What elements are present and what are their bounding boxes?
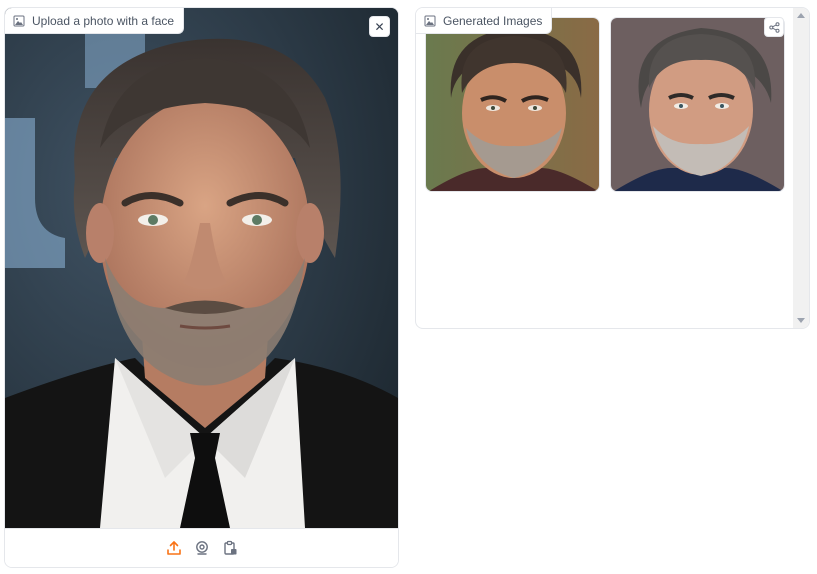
image-icon [13,15,25,26]
generated-images-gallery: Generated Images [415,7,810,329]
gallery-label-text: Generated Images [443,13,543,28]
gallery-item-1[interactable] [425,17,600,192]
image-icon [424,15,436,26]
gallery-item-2[interactable] [610,17,785,192]
share-icon [768,21,779,33]
uploaded-photo[interactable] [5,8,398,528]
webcam-icon [195,541,208,555]
generated-portrait-1 [426,18,599,191]
scroll-up-arrow-icon[interactable] [797,13,805,18]
clear-image-button[interactable]: ✕ [369,16,390,37]
scroll-down-arrow-icon[interactable] [797,318,805,323]
gallery-scrollbar[interactable] [793,8,809,328]
gallery-grid [425,17,785,192]
face-photo [5,8,398,528]
share-button[interactable] [764,17,784,37]
webcam-button[interactable] [194,540,210,556]
paste-clipboard-button[interactable] [222,540,238,556]
clipboard-icon [223,540,236,555]
upload-icon [166,541,181,555]
gallery-label-chip: Generated Images [416,8,553,34]
upload-source-toolbar [5,528,398,567]
generated-portrait-2 [611,18,784,191]
close-icon: ✕ [374,19,385,34]
upload-label-text: Upload a photo with a face [32,13,175,28]
upload-image-panel: Upload a photo with a face ✕ [4,7,399,568]
upload-button[interactable] [166,540,182,556]
upload-label-chip: Upload a photo with a face [5,8,185,34]
